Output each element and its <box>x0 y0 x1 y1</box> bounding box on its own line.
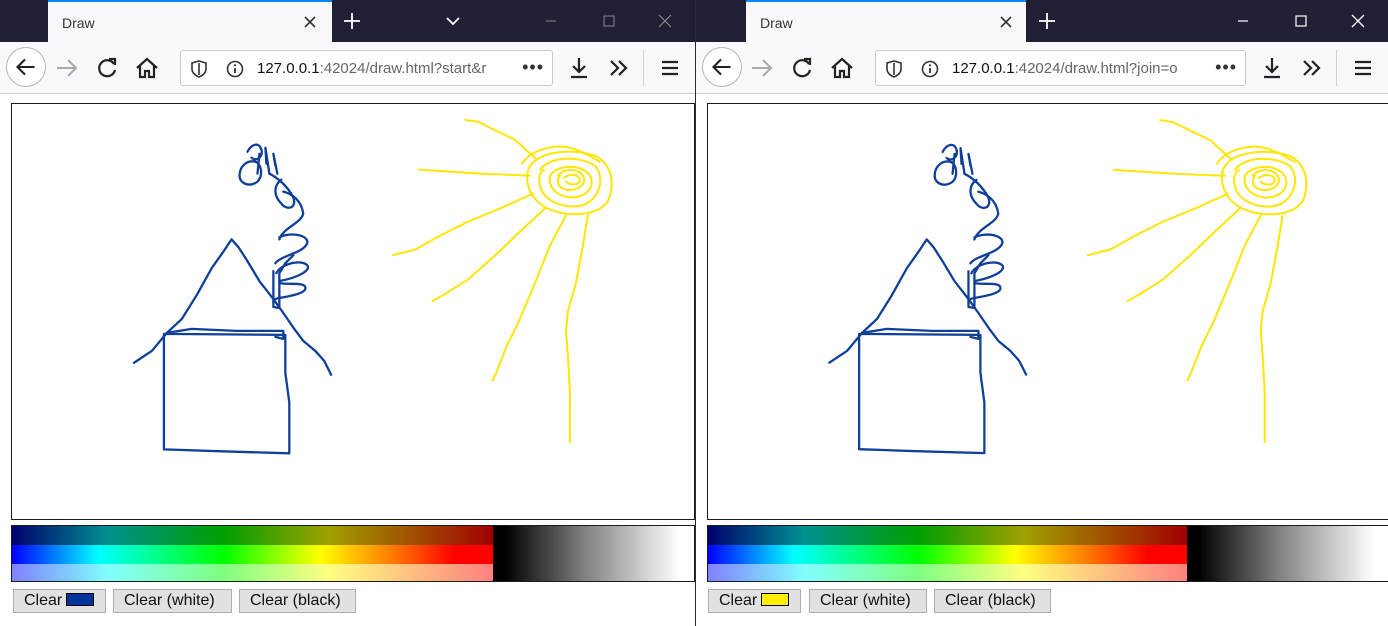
palette-grayscale[interactable] <box>1187 526 1388 581</box>
tab-draw[interactable]: Draw <box>746 0 1026 42</box>
color-palette[interactable] <box>707 525 1388 582</box>
drawing-canvas[interactable] <box>707 103 1388 520</box>
close-window-icon[interactable] <box>654 10 676 32</box>
forward-arrow-icon[interactable] <box>52 53 82 83</box>
new-tab-icon[interactable] <box>1036 10 1058 32</box>
info-icon[interactable] <box>225 59 245 79</box>
color-palette[interactable] <box>11 525 695 582</box>
tracking-shield-icon[interactable] <box>884 59 904 79</box>
toolbar-separator <box>1336 50 1337 86</box>
forward-arrow-icon[interactable] <box>747 53 777 83</box>
current-color-swatch <box>66 593 95 606</box>
new-tab-icon[interactable] <box>341 10 363 32</box>
navigation-toolbar: 127.0.0.1:42024/draw.html?join=o ••• <box>696 42 1388 94</box>
tab-close-icon[interactable] <box>300 12 320 32</box>
back-arrow-icon[interactable] <box>6 47 46 87</box>
clear-color-button[interactable]: Clear <box>13 589 106 613</box>
tracking-shield-icon[interactable] <box>189 59 209 79</box>
house-drawing <box>132 143 333 455</box>
hamburger-menu-icon[interactable] <box>1348 53 1378 83</box>
overflow-chevrons-icon[interactable] <box>1297 53 1327 83</box>
palette-bright-row[interactable] <box>708 545 1187 564</box>
maximize-icon[interactable] <box>1290 10 1312 32</box>
url-path: :42024/draw.html?start&r <box>319 60 487 77</box>
reload-icon[interactable] <box>787 53 817 83</box>
home-icon[interactable] <box>827 53 857 83</box>
current-color-swatch <box>761 593 790 606</box>
house-drawing <box>828 143 1028 455</box>
url-bar[interactable]: 127.0.0.1:42024/draw.html?start&r ••• <box>180 50 553 86</box>
palette-dark-row[interactable] <box>708 526 1187 545</box>
sun-drawing <box>1086 119 1308 444</box>
title-bar: Draw <box>0 0 695 42</box>
title-bar: Draw <box>696 0 1388 42</box>
url-path: :42024/draw.html?join=o <box>1014 60 1178 77</box>
clear-white-button[interactable]: Clear (white) <box>809 589 927 613</box>
url-text[interactable]: 127.0.0.1:42024/draw.html?join=o <box>952 60 1178 77</box>
palette-light-row[interactable] <box>12 564 493 581</box>
clear-color-button[interactable]: Clear <box>708 589 801 613</box>
maximize-icon[interactable] <box>598 10 620 32</box>
browser-window-right: Draw 127.0.0.1:42024/draw.html?join=o ••… <box>695 0 1388 626</box>
minimize-icon[interactable] <box>1232 10 1254 32</box>
minimize-icon[interactable] <box>540 10 562 32</box>
clear-color-label: Clear <box>24 592 63 609</box>
reload-icon[interactable] <box>92 53 122 83</box>
clear-color-label: Clear <box>719 592 758 609</box>
clear-black-button[interactable]: Clear (black) <box>934 589 1051 613</box>
drawing <box>132 118 613 455</box>
toolbar-separator <box>643 50 644 86</box>
drawing-canvas[interactable] <box>11 103 695 520</box>
palette-dark-row[interactable] <box>12 526 493 545</box>
url-host: 127.0.0.1 <box>952 60 1015 77</box>
tab-draw[interactable]: Draw <box>48 0 332 42</box>
clear-black-button[interactable]: Clear (black) <box>239 589 356 613</box>
palette-grayscale[interactable] <box>493 526 694 581</box>
url-text[interactable]: 127.0.0.1:42024/draw.html?start&r <box>257 60 486 77</box>
drawing <box>828 119 1308 455</box>
browser-window-left: Draw 127.0.0.1:42024/draw.html?start&r •… <box>0 0 695 626</box>
page-actions-button[interactable]: ••• <box>522 57 544 78</box>
download-icon[interactable] <box>1257 53 1287 83</box>
back-arrow-icon[interactable] <box>702 47 742 87</box>
url-bar[interactable]: 127.0.0.1:42024/draw.html?join=o ••• <box>875 50 1246 86</box>
home-icon[interactable] <box>132 53 162 83</box>
page-actions-button[interactable]: ••• <box>1215 57 1237 78</box>
palette-light-row[interactable] <box>708 564 1187 581</box>
url-host: 127.0.0.1 <box>257 60 320 77</box>
palette-bright-row[interactable] <box>12 545 493 564</box>
tab-title: Draw <box>760 15 793 31</box>
overflow-chevrons-icon[interactable] <box>604 53 634 83</box>
sun-drawing <box>391 118 613 444</box>
tab-close-icon[interactable] <box>996 12 1016 32</box>
tab-title: Draw <box>62 15 95 31</box>
hamburger-menu-icon[interactable] <box>655 53 685 83</box>
download-icon[interactable] <box>564 53 594 83</box>
list-tabs-chevron-icon[interactable] <box>442 10 464 32</box>
navigation-toolbar: 127.0.0.1:42024/draw.html?start&r ••• <box>0 42 695 94</box>
info-icon[interactable] <box>920 59 940 79</box>
close-window-icon[interactable] <box>1347 10 1369 32</box>
clear-white-button[interactable]: Clear (white) <box>113 589 232 613</box>
